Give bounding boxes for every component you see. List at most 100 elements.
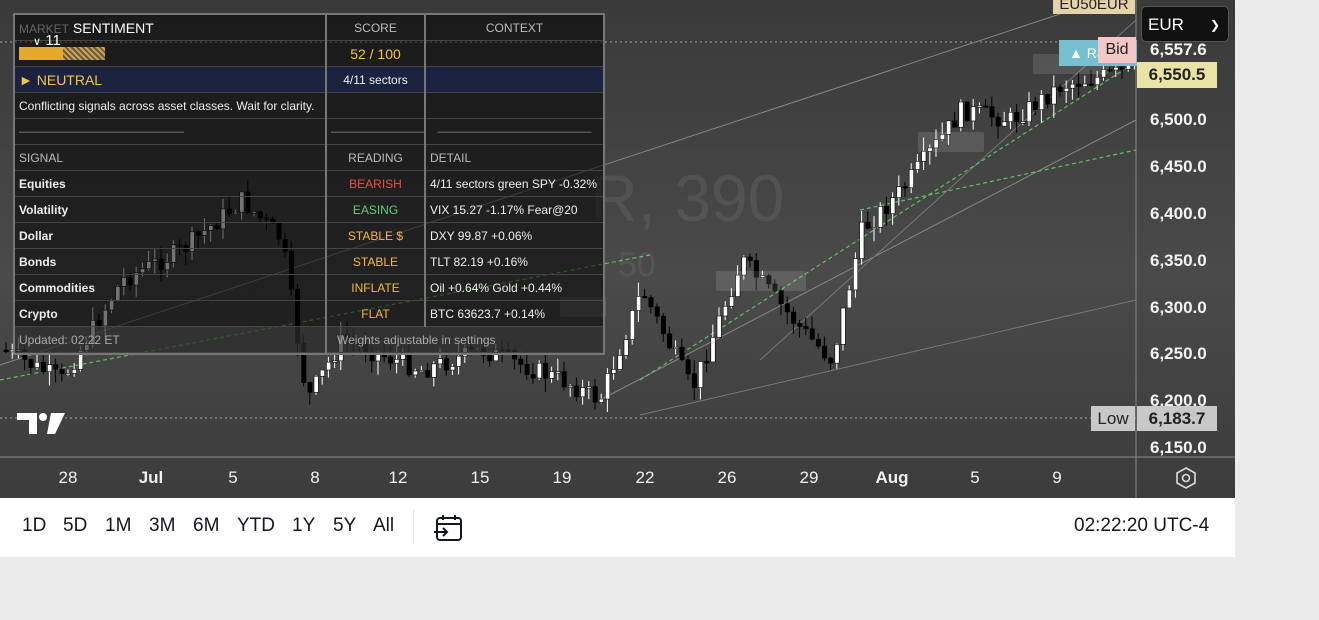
range-button-6m[interactable]: 6M xyxy=(193,515,219,537)
candle-body xyxy=(784,303,790,313)
candle-body xyxy=(902,186,908,189)
candle-body xyxy=(450,366,456,371)
message-empty-cell xyxy=(425,92,603,119)
candle-body xyxy=(388,356,394,364)
range-button-1d[interactable]: 1D xyxy=(22,515,46,537)
message-empty-cell xyxy=(326,92,426,119)
collapse-badge[interactable]: ∨ 11 xyxy=(33,32,61,49)
time-axis-label: Jul xyxy=(138,468,164,487)
price-axis-label: 6,150.0 xyxy=(1150,438,1207,457)
range-button-3m[interactable]: 3M xyxy=(149,515,175,537)
candle-body xyxy=(1113,66,1119,71)
divider-row: ——————————————— ————————— —————————————— xyxy=(15,118,603,145)
candle-body xyxy=(685,359,691,375)
range-button-ytd[interactable]: YTD xyxy=(237,515,275,537)
candle-body xyxy=(419,370,425,373)
candle-body xyxy=(53,364,59,370)
time-axis-label: 12 xyxy=(388,468,408,487)
ghost-drawing-label xyxy=(716,271,806,291)
price-axis-label: 6,450.0 xyxy=(1150,157,1207,176)
candle-body xyxy=(1014,111,1020,123)
time-axis-label: 19 xyxy=(552,468,572,487)
candle-body xyxy=(1082,83,1088,87)
candle-body xyxy=(809,328,815,340)
candle-body xyxy=(319,369,325,377)
candle-body xyxy=(797,323,803,327)
signal-reading: EASING xyxy=(326,196,426,223)
candle-body xyxy=(877,206,883,228)
candle-body xyxy=(59,368,65,374)
candle-body xyxy=(1088,83,1094,86)
candle-body xyxy=(989,106,995,118)
candle-body xyxy=(1001,121,1007,127)
candle-body xyxy=(611,369,617,374)
candle-body xyxy=(71,369,77,374)
range-button-1m[interactable]: 1M xyxy=(105,515,131,537)
signal-row-commodities: Commodities INFLATE Oil +0.64% Gold +0.4… xyxy=(15,274,603,301)
time-axis-label: 28 xyxy=(58,468,78,487)
date-range-icon[interactable] xyxy=(433,512,465,544)
candle-body xyxy=(437,358,443,365)
candle-body xyxy=(983,105,989,108)
candle-body xyxy=(1039,94,1045,111)
last-price-tag: 6,550.5 xyxy=(1137,62,1217,88)
candle-body xyxy=(1026,101,1032,123)
timezone-clock[interactable]: 02:22:20 UTC-4 xyxy=(1074,515,1209,537)
candle-body xyxy=(530,374,536,379)
tradingview-logo-icon[interactable] xyxy=(15,410,67,436)
candle-body xyxy=(884,206,890,215)
reading-header: READING xyxy=(326,144,426,171)
candle-body xyxy=(642,296,648,299)
signal-name: Equities xyxy=(15,170,327,197)
footer-row: Updated: 02:22 ET Weights adjustable in … xyxy=(15,326,603,353)
watermark-sub: 50 xyxy=(618,246,656,284)
time-axis-label: 26 xyxy=(717,468,737,487)
score-row: 52 / 100 xyxy=(15,40,603,67)
range-button-5d[interactable]: 5D xyxy=(63,515,87,537)
market-sentiment-panel: MARKET SENTIMENT SCORE CONTEXT 52 / 100 … xyxy=(13,13,605,355)
signal-detail: TLT 82.19 +0.16% xyxy=(425,248,603,275)
symbol-watermark: R, 390 xyxy=(590,161,785,235)
candle-body xyxy=(28,359,34,368)
candle-body xyxy=(543,362,549,379)
signal-detail: DXY 99.87 +0.06% xyxy=(425,222,603,249)
candle-body xyxy=(326,361,332,371)
candle-body xyxy=(1032,101,1038,111)
bid-tag: Bid xyxy=(1098,37,1136,63)
candle-body xyxy=(921,150,927,162)
currency-select[interactable]: EUR ❯ xyxy=(1141,6,1229,42)
candle-body xyxy=(964,101,970,122)
updated-time: Updated: 02:22 ET xyxy=(15,326,327,353)
divider-dashes: —————————————— xyxy=(425,118,603,145)
candle-body xyxy=(518,358,524,365)
settings-hexagon-icon[interactable] xyxy=(1174,466,1198,490)
range-button-all[interactable]: All xyxy=(373,515,394,537)
candle-body xyxy=(412,370,418,376)
signal-detail: 4/11 sectors green SPY -0.32% xyxy=(425,170,603,197)
candle-body xyxy=(691,373,697,388)
candle-body xyxy=(828,357,834,364)
candle-body xyxy=(648,297,654,308)
candle-body xyxy=(778,290,784,305)
candle-body xyxy=(1020,121,1026,124)
signal-header: SIGNAL xyxy=(15,144,327,171)
candle-body xyxy=(555,371,561,374)
range-button-1y[interactable]: 1Y xyxy=(292,515,315,537)
candle-body xyxy=(729,296,735,307)
sentiment-header-row: MARKET SENTIMENT SCORE CONTEXT xyxy=(15,15,603,41)
range-button-5y[interactable]: 5Y xyxy=(333,515,356,537)
chart-area[interactable]: R, 390 50 EU50EUR ▲ Ra 6,557.6 Bid 6,550… xyxy=(0,0,1235,498)
time-axis-label: 9 xyxy=(1052,468,1062,487)
candle-body xyxy=(747,256,753,261)
candle-body xyxy=(908,169,914,189)
candle-body xyxy=(710,337,716,363)
candle-body xyxy=(623,339,629,356)
candle-body xyxy=(636,296,642,311)
candle-body xyxy=(598,398,604,403)
candle-body xyxy=(3,349,9,353)
candle-body xyxy=(307,382,313,393)
time-axis-label: 5 xyxy=(228,468,238,487)
signal-row-volatility: Volatility EASING VIX 15.27 -1.17% Fear@… xyxy=(15,196,603,223)
candle-body xyxy=(40,361,46,373)
signal-name: Volatility xyxy=(15,196,327,223)
